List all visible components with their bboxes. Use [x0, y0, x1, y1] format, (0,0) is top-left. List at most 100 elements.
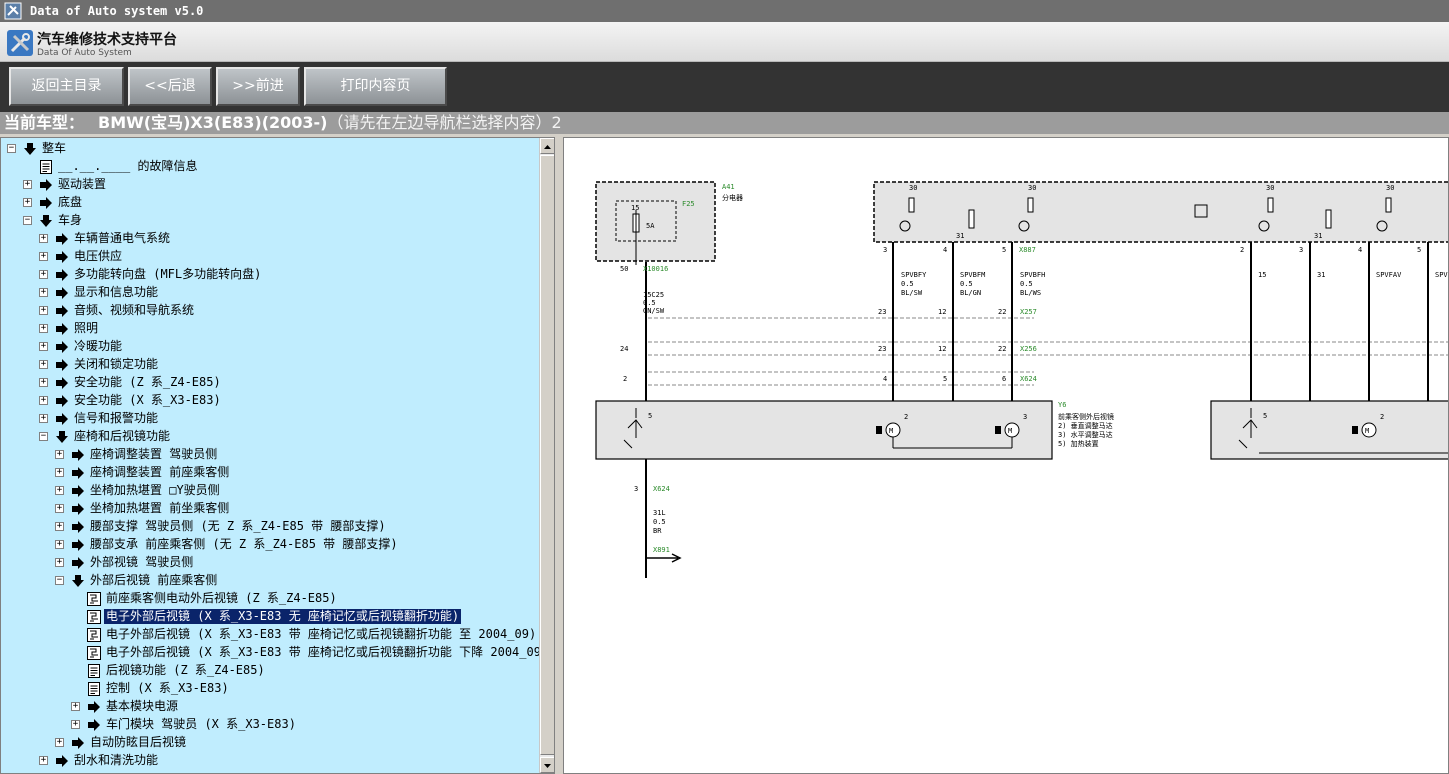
expand-toggle[interactable]: + — [39, 270, 48, 279]
tree-node-label[interactable]: 底盘 — [56, 195, 84, 210]
expand-toggle[interactable]: + — [39, 324, 48, 333]
tree-node-label[interactable]: __.__.____ 的故障信息 — [56, 159, 199, 174]
tree-node[interactable]: + 腰部支撑 驾驶员侧 (无 Z 系_Z4-E85 带 腰部支撑) — [1, 518, 539, 536]
tree-node[interactable]: + 关闭和锁定功能 — [1, 356, 539, 374]
scroll-thumb[interactable] — [540, 155, 554, 755]
tree-node[interactable]: 电子外部后视镜 (X 系_X3-E83 带 座椅记忆或后视镜翻折功能 下降 20… — [1, 644, 548, 662]
tree-node-label[interactable]: 音频、视频和导航系统 — [72, 303, 196, 318]
tree-node[interactable]: + 多功能转向盘 (MFL多功能转向盘) — [1, 266, 539, 284]
tree-node[interactable]: + 冷暖功能 — [1, 338, 539, 356]
back-button[interactable]: <<后退 — [128, 67, 212, 106]
tree-node-label[interactable]: 前座乘客侧电动外后视镜 (Z 系_Z4-E85) — [104, 591, 339, 606]
home-button[interactable]: 返回主目录 — [9, 67, 124, 106]
tree-node-label[interactable]: 安全功能 (Z 系_Z4-E85) — [72, 375, 223, 390]
tree-node[interactable]: + 外部视镜 驾驶员侧 — [1, 554, 539, 572]
tree-node[interactable]: + 座椅调整装置 驾驶员侧 — [1, 446, 539, 464]
expand-toggle[interactable]: + — [71, 720, 80, 729]
collapse-toggle[interactable]: − — [23, 216, 32, 225]
tree-node[interactable]: 电子外部后视镜 (X 系_X3-E83 带 座椅记忆或后视镜翻折功能 至 200… — [1, 626, 539, 644]
tree-node[interactable]: − 外部后视镜 前座乘客侧 — [1, 572, 539, 590]
tree-node-label[interactable]: 显示和信息功能 — [72, 285, 160, 300]
collapse-toggle[interactable]: − — [39, 432, 48, 441]
wiring-diagram-panel[interactable]: A41 分电器 F25 15 5A 50 X10016 15C25 0.5 GN… — [563, 137, 1449, 774]
scroll-down-button[interactable] — [540, 757, 554, 773]
tree-node-label[interactable]: 外部后视镜 前座乘客侧 — [88, 573, 219, 588]
tree-node-label[interactable]: 车身 — [56, 213, 84, 228]
collapse-toggle[interactable]: − — [7, 144, 16, 153]
tree-node[interactable]: + 底盘 — [1, 194, 539, 212]
tree-node[interactable]: __.__.____ 的故障信息 — [1, 158, 539, 176]
expand-toggle[interactable]: + — [39, 234, 48, 243]
tree-node-label[interactable]: 整车 — [40, 141, 68, 156]
expand-toggle[interactable]: + — [55, 450, 64, 459]
tree-node[interactable]: + 音频、视频和导航系统 — [1, 302, 539, 320]
tree-node-label[interactable]: 关闭和锁定功能 — [72, 357, 160, 372]
tree-node-label[interactable]: 坐椅加热堪置 □Y驶员侧 — [88, 483, 222, 498]
tree-node-label[interactable]: 电压供应 — [72, 249, 124, 264]
tree-node[interactable]: + 显示和信息功能 — [1, 284, 539, 302]
scroll-up-button[interactable] — [540, 138, 554, 154]
tree-node-label[interactable]: 冷暖功能 — [72, 339, 124, 354]
tree-node[interactable]: + 车辆普通电气系统 — [1, 230, 539, 248]
tree-node[interactable]: 控制 (X 系_X3-E83) — [1, 680, 539, 698]
tree-node[interactable]: + 坐椅加热堪置 □Y驶员侧 — [1, 482, 539, 500]
tree-node[interactable]: + 腰部支承 前座乘客侧 (无 Z 系_Z4-E85 带 腰部支撑) — [1, 536, 539, 554]
expand-toggle[interactable]: + — [39, 396, 48, 405]
print-button[interactable]: 打印内容页 — [304, 67, 447, 106]
tree-node[interactable]: + 刮水和清洗功能 — [1, 752, 539, 770]
tree-node-label[interactable]: 安全功能 (X 系_X3-E83) — [72, 393, 223, 408]
expand-toggle[interactable]: + — [39, 378, 48, 387]
expand-toggle[interactable]: + — [55, 558, 64, 567]
tree-node-label[interactable]: 座椅调整装置 前座乘客侧 — [88, 465, 231, 480]
expand-toggle[interactable]: + — [39, 306, 48, 315]
tree-node[interactable]: + 照明 — [1, 320, 539, 338]
collapse-toggle[interactable]: − — [55, 576, 64, 585]
tree-node[interactable]: + 安全功能 (X 系_X3-E83) — [1, 392, 539, 410]
tree-node[interactable]: 电子外部后视镜 (X 系_X3-E83 无 座椅记忆或后视镜翻折功能) — [1, 608, 539, 626]
tree-node-label[interactable]: 电子外部后视镜 (X 系_X3-E83 无 座椅记忆或后视镜翻折功能) — [104, 609, 462, 624]
tree-node-label[interactable]: 自动防眩目后视镜 — [88, 735, 188, 750]
tree-node-label[interactable]: 信号和报警功能 — [72, 411, 160, 426]
panel-splitter[interactable] — [555, 137, 563, 774]
expand-toggle[interactable]: + — [39, 288, 48, 297]
expand-toggle[interactable]: + — [55, 504, 64, 513]
expand-toggle[interactable]: + — [55, 738, 64, 747]
tree-node[interactable]: + 自动防眩目后视镜 — [1, 734, 539, 752]
tree-node-label[interactable]: 坐椅加热堪置 前坐乘客侧 — [88, 501, 231, 516]
tree-node[interactable]: − 座椅和后视镜功能 — [1, 428, 539, 446]
tree-node[interactable]: − 整车 — [1, 140, 539, 158]
tree-node-label[interactable]: 基本模块电源 — [104, 699, 180, 714]
tree-node-label[interactable]: 腰部支撑 驾驶员侧 (无 Z 系_Z4-E85 带 腰部支撑) — [88, 519, 388, 534]
tree-node-label[interactable]: 腰部支承 前座乘客侧 (无 Z 系_Z4-E85 带 腰部支撑) — [88, 537, 400, 552]
tree-node-label[interactable]: 多功能转向盘 (MFL多功能转向盘) — [72, 267, 263, 282]
tree-node-label[interactable]: 座椅和后视镜功能 — [72, 429, 172, 444]
expand-toggle[interactable]: + — [55, 486, 64, 495]
tree-node[interactable]: + 座椅调整装置 前座乘客侧 — [1, 464, 539, 482]
expand-toggle[interactable]: + — [39, 756, 48, 765]
tree-node-label[interactable]: 电子外部后视镜 (X 系_X3-E83 带 座椅记忆或后视镜翻折功能 至 200… — [104, 627, 538, 642]
tree-node[interactable]: + 电压供应 — [1, 248, 539, 266]
tree-node-label[interactable]: 刮水和清洗功能 — [72, 753, 160, 768]
tree-node[interactable]: + 基本模块电源 — [1, 698, 539, 716]
expand-toggle[interactable]: + — [55, 522, 64, 531]
tree-node-label[interactable]: 照明 — [72, 321, 100, 336]
tree-node-label[interactable]: 外部视镜 驾驶员侧 — [88, 555, 195, 570]
tree-node-label[interactable]: 后视镜功能 (Z 系_Z4-E85) — [104, 663, 267, 678]
tree-node-label[interactable]: 驱动装置 — [56, 177, 108, 192]
tree-node-label[interactable]: 电子外部后视镜 (X 系_X3-E83 带 座椅记忆或后视镜翻折功能 下降 20… — [104, 645, 550, 660]
tree-node-label[interactable]: 车门模块 驾驶员 (X 系_X3-E83) — [104, 717, 298, 732]
tree-node-label[interactable]: 车辆普通电气系统 — [72, 231, 172, 246]
tree-node[interactable]: − 车身 — [1, 212, 539, 230]
tree-scrollbar[interactable] — [539, 138, 554, 773]
expand-toggle[interactable]: + — [39, 414, 48, 423]
tree-node[interactable]: 前座乘客侧电动外后视镜 (Z 系_Z4-E85) — [1, 590, 539, 608]
expand-toggle[interactable]: + — [39, 342, 48, 351]
expand-toggle[interactable]: + — [55, 468, 64, 477]
expand-toggle[interactable]: + — [23, 180, 32, 189]
expand-toggle[interactable]: + — [71, 702, 80, 711]
expand-toggle[interactable]: + — [23, 198, 32, 207]
tree-node-label[interactable]: 控制 (X 系_X3-E83) — [104, 681, 231, 696]
tree-node[interactable]: + 安全功能 (Z 系_Z4-E85) — [1, 374, 539, 392]
tree-node[interactable]: + 驱动装置 — [1, 176, 539, 194]
tree-node[interactable]: 后视镜功能 (Z 系_Z4-E85) — [1, 662, 539, 680]
